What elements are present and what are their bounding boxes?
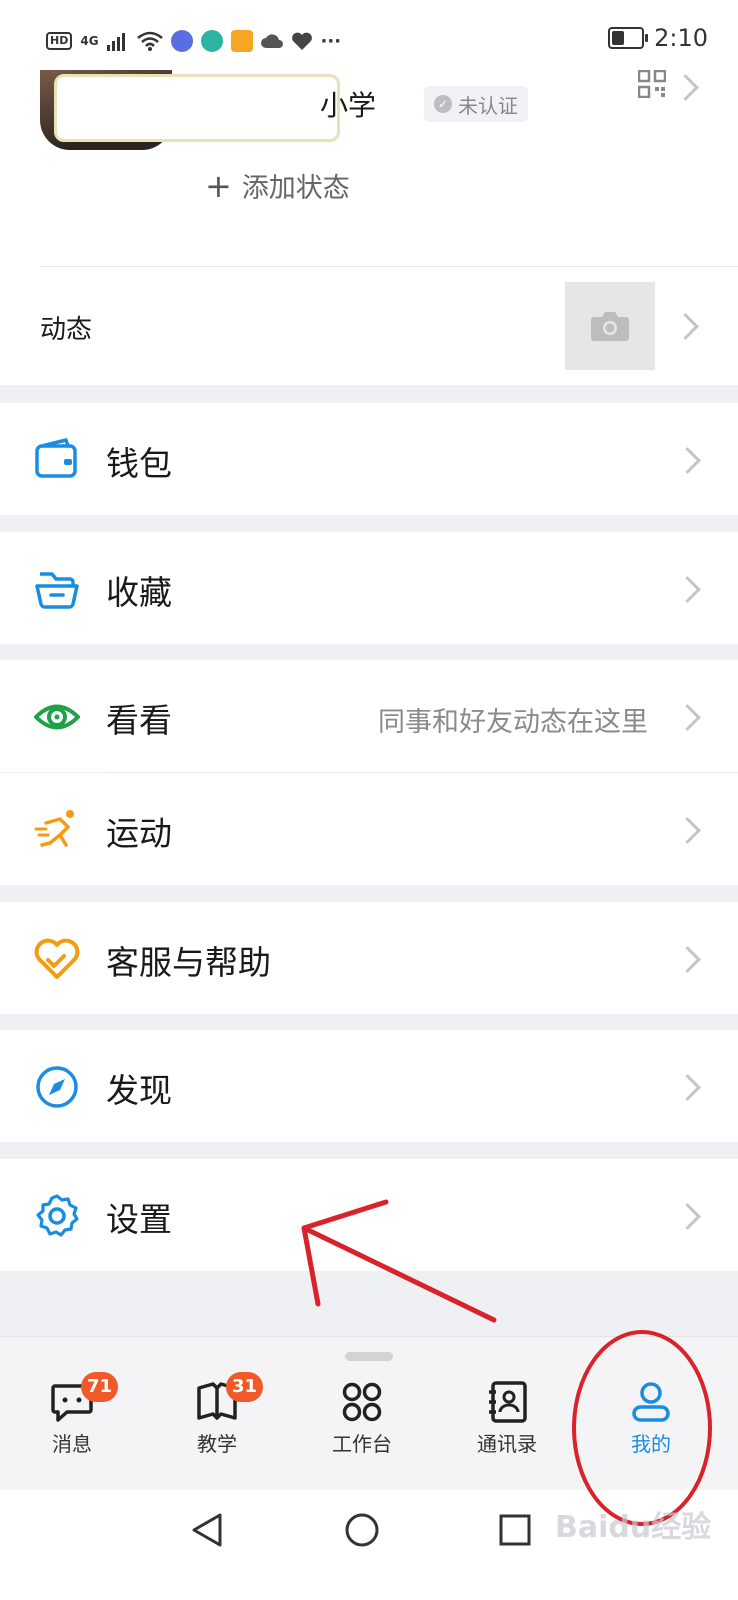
unread-badge: 71 [81,1372,119,1402]
plus-icon: + [205,166,232,205]
health-heart-icon [291,32,312,50]
tab-label: 消息 [52,1432,92,1456]
tab-label: 教学 [197,1432,237,1456]
shield-check-icon: ✓ [434,95,452,113]
user-icon [632,1382,670,1422]
status-bar: HD 4G ··· 2:10 [0,0,738,70]
clock: 2:10 [654,24,708,52]
tab-contacts[interactable]: 通讯录 [452,1380,562,1470]
tab-label: 我的 [631,1432,671,1456]
folder-icon [35,572,79,609]
menu-row-favorites[interactable]: 收藏 [0,532,738,644]
menu-row-settings[interactable]: 设置 [0,1159,738,1271]
wallet-icon [35,438,77,478]
moments-chevron-icon [672,313,699,340]
tab-label: 工作台 [332,1432,392,1456]
chevron-right-icon [674,1074,701,1101]
more-icon: ··· [320,30,342,52]
hd-icon: HD [46,32,73,50]
wifi-icon [136,31,163,51]
apps-grid-icon [342,1382,382,1422]
qr-code-icon[interactable] [638,70,666,98]
add-status-button[interactable]: + 添加状态 [205,166,350,205]
tab-label: 通讯录 [477,1432,537,1456]
signal-icon [106,33,125,51]
cloud-icon [260,34,283,48]
moments-thumbnail [565,282,655,370]
menu-label: 设置 [106,1200,172,1239]
menu-label: 收藏 [106,573,172,612]
chevron-right-icon [674,576,701,603]
menu-row-sports[interactable]: 运动 [0,773,738,885]
tab-workbench[interactable]: 工作台 [307,1380,417,1470]
chevron-right-icon [674,447,701,474]
network-type: 4G [80,34,99,48]
contacts-book-icon [489,1381,527,1423]
recents-icon[interactable] [499,1514,531,1546]
add-status-label: 添加状态 [241,173,350,204]
chevron-right-icon [674,704,701,731]
profile-header[interactable]: 小学 ✓ 未认证 + 添加状态 [0,70,738,270]
weibo-icon [230,30,253,52]
verification-label: 未认证 [458,93,518,118]
menu-row-look[interactable]: 看看 同事和好友动态在这里 [0,660,738,772]
verification-badge[interactable]: ✓ 未认证 [424,86,528,122]
chevron-right-icon [674,946,701,973]
menu-subtitle: 同事和好友动态在这里 [378,707,648,738]
camera-icon [591,312,629,341]
moments-label: 动态 [40,315,93,345]
menu-label: 运动 [106,814,172,853]
compass-icon [36,1066,78,1108]
battery-icon [608,27,649,49]
status-right: 2:10 [608,24,708,52]
menu-label: 钱包 [106,444,172,483]
profile-name: 小学 [320,89,377,122]
menu-label: 看看 [106,701,172,740]
status-left-icons: HD 4G ··· [46,26,341,56]
eye-icon [34,704,80,730]
moments-row[interactable]: 动态 [0,267,738,385]
unread-badge: 31 [226,1372,264,1402]
music-app-icon [170,30,193,52]
back-icon[interactable] [190,1512,224,1548]
chevron-right-icon [674,817,701,844]
menu-label: 客服与帮助 [106,943,271,982]
profile-chevron-icon [672,74,699,101]
chevron-right-icon [674,1203,701,1230]
tab-teaching[interactable]: 31 教学 [162,1372,272,1470]
menu-row-discover[interactable]: 发现 [0,1030,738,1142]
menu-row-help[interactable]: 客服与帮助 [0,902,738,1014]
app-notification-icon [200,30,223,52]
home-icon[interactable] [344,1512,380,1548]
menu-row-wallet[interactable]: 钱包 [0,403,738,515]
watermark: Baidu经验 [555,1510,712,1545]
drag-handle[interactable] [345,1352,393,1361]
tab-messages[interactable]: 71 消息 [17,1372,127,1470]
running-icon [34,810,74,847]
heart-icon [34,938,80,979]
menu-label: 发现 [106,1071,172,1110]
redacted-name [54,74,340,142]
gear-icon [36,1194,79,1237]
tab-me[interactable]: 我的 [596,1380,706,1470]
